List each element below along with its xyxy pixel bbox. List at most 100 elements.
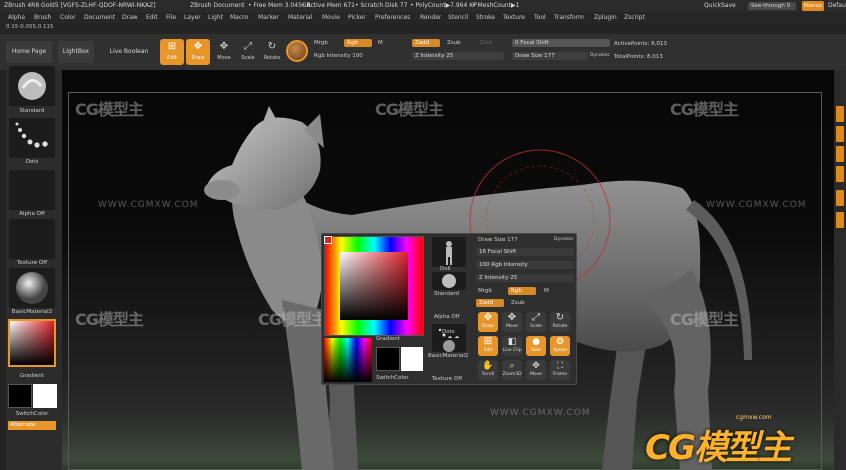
rotate-button[interactable]: ↻ Rotate — [260, 39, 284, 65]
solo-button[interactable]: ● Solo — [526, 336, 546, 356]
focal-shift-slider[interactable]: 16 Focal Shift — [476, 248, 574, 256]
menu-movie[interactable]: Movie — [322, 12, 340, 23]
draw-button[interactable]: ✥ Draw — [478, 312, 498, 332]
m-toggle[interactable]: M — [378, 40, 383, 46]
move-view-button[interactable]: ✥ Move — [526, 360, 546, 380]
edit-button[interactable]: ⊞ Edit — [478, 336, 498, 356]
zcut-toggle[interactable]: Zcut — [480, 40, 492, 46]
dynamic-toggle[interactable]: Dynamic — [554, 237, 574, 242]
right-shelf-button[interactable] — [836, 146, 844, 162]
dynamic-toggle[interactable]: Dynamic — [590, 53, 610, 58]
menu-edit[interactable]: Edit — [146, 12, 158, 23]
menu-macro[interactable]: Macro — [230, 12, 248, 23]
right-shelf-button[interactable] — [836, 126, 844, 142]
focal-shift-slider[interactable]: 0 Focal Shift — [512, 39, 610, 47]
main-color-swatch[interactable] — [376, 347, 400, 371]
zadd-toggle[interactable]: Zadd — [412, 39, 440, 47]
brush-standard-thumbnail[interactable] — [9, 66, 55, 106]
quicksave-button[interactable]: QuickSave — [704, 0, 736, 12]
menu-brush[interactable]: Brush — [34, 12, 51, 23]
material-thumbnail[interactable] — [9, 268, 55, 308]
scale-button[interactable]: ⤢ Scale — [526, 312, 546, 332]
switch-color-label[interactable]: SwitchColor — [6, 411, 58, 417]
live-clip-button[interactable]: ◧ Live Clip — [502, 336, 522, 356]
gradient-picker[interactable] — [324, 338, 372, 382]
color-cursor-icon[interactable] — [324, 236, 332, 244]
menu-transform[interactable]: Transform — [554, 12, 584, 23]
draw-button[interactable]: ✥ Draw — [186, 39, 210, 65]
frame-button[interactable]: ⛶ Frame — [550, 360, 570, 380]
polycount: • PolyCount▶7.964 KP — [410, 2, 477, 9]
right-shelf-button[interactable] — [836, 106, 844, 122]
draw-size-slider[interactable]: Draw Size 177 — [512, 52, 588, 60]
zoom3d-button[interactable]: ⌕ Zoom3D — [502, 360, 522, 380]
frame-icon: ⛶ — [556, 361, 564, 371]
scroll-button[interactable]: ✋ Scroll — [478, 360, 498, 380]
rgb-toggle[interactable]: Rgb — [344, 39, 372, 47]
xpose-button[interactable]: ❂ Xpose — [550, 336, 570, 356]
m-toggle[interactable]: M — [544, 288, 549, 294]
rgb-toggle[interactable]: Rgb — [508, 287, 536, 295]
menu-render[interactable]: Render — [420, 12, 441, 23]
texture-thumbnail[interactable] — [9, 219, 55, 259]
right-shelf-button[interactable] — [836, 212, 844, 228]
material-thumbnail[interactable] — [432, 338, 466, 352]
edit-button[interactable]: ⊞ Edit — [160, 39, 184, 65]
menu-draw[interactable]: Draw — [122, 12, 138, 23]
menu-tool[interactable]: Tool — [534, 12, 546, 23]
move-button[interactable]: ✥ Move — [502, 312, 522, 332]
alternate-button[interactable]: Alternate — [8, 421, 56, 430]
menu-file[interactable]: File — [166, 12, 176, 23]
rgb-intensity-slider[interactable]: 100 Rgb Intensity — [476, 261, 574, 269]
color-picker-swatch[interactable] — [8, 319, 56, 367]
lightbox-button[interactable]: LightBox — [58, 41, 94, 63]
zsub-toggle[interactable]: Zsub — [447, 40, 461, 46]
menu-alpha[interactable]: Alpha — [8, 12, 25, 23]
stroke-dots-thumbnail[interactable] — [9, 118, 55, 158]
menu-material[interactable]: Material — [288, 12, 312, 23]
draw-size-slider[interactable]: Draw Size 177 — [478, 237, 518, 243]
left-tray-handle[interactable] — [0, 70, 6, 470]
move-button[interactable]: ✥ Move — [212, 39, 236, 65]
secondary-color-swatch[interactable] — [33, 384, 57, 408]
scale-button[interactable]: ⤢ Scale — [236, 39, 260, 65]
menu-stencil[interactable]: Stencil — [448, 12, 468, 23]
menu-zscript[interactable]: Zscript — [624, 12, 645, 23]
menu-light[interactable]: Light — [208, 12, 223, 23]
menu-marker[interactable]: Marker — [258, 12, 279, 23]
main-color-swatch[interactable] — [8, 384, 32, 408]
live-boolean-button[interactable]: Live Boolean — [104, 41, 154, 63]
zadd-toggle[interactable]: Zadd — [476, 299, 504, 307]
zsub-toggle[interactable]: Zsub — [511, 300, 525, 306]
switch-color-label[interactable]: SwitchColor — [376, 375, 409, 381]
default-button[interactable]: Default — [828, 0, 846, 12]
menu-document[interactable]: Document — [84, 12, 115, 23]
menu-color[interactable]: Color — [60, 12, 76, 23]
material-sphere-icon[interactable] — [286, 40, 308, 62]
alpha-thumbnail[interactable] — [9, 170, 55, 210]
menu-picker[interactable]: Picker — [348, 12, 366, 23]
menu-preferences[interactable]: Preferences — [375, 12, 410, 23]
menu-layer[interactable]: Layer — [184, 12, 201, 23]
tool-doll-thumbnail[interactable] — [432, 237, 466, 267]
home-page-button[interactable]: Home Page — [6, 41, 52, 63]
menu-zplugin[interactable]: Zplugin — [594, 12, 617, 23]
mrgb-toggle[interactable]: Mrgb — [314, 40, 328, 46]
doll-icon — [446, 241, 452, 265]
right-shelf-button[interactable] — [836, 166, 844, 182]
secondary-color-swatch[interactable] — [401, 347, 423, 371]
z-intensity-slider[interactable]: Z Intensity 25 — [476, 274, 574, 282]
top-shelf: Home Page LightBox Live Boolean ⊞ Edit ✥ D… — [0, 34, 846, 70]
see-through-slider[interactable]: See-through 0 — [748, 2, 796, 10]
scale-icon: ⤢ — [532, 312, 540, 323]
right-shelf-button[interactable] — [836, 190, 844, 206]
rgb-intensity-slider[interactable]: Rgb Intensity 100 — [314, 53, 363, 59]
rotate-button[interactable]: ↻ Rotate — [550, 312, 570, 332]
mrgb-toggle[interactable]: Mrgb — [478, 288, 492, 294]
color-field[interactable] — [340, 252, 408, 320]
z-intensity-slider[interactable]: Z Intensity 25 — [412, 52, 504, 60]
menus-button[interactable]: Menus — [802, 1, 824, 11]
menu-texture[interactable]: Texture — [503, 12, 525, 23]
menu-stroke[interactable]: Stroke — [476, 12, 495, 23]
brush-standard-thumbnail[interactable] — [432, 272, 466, 290]
